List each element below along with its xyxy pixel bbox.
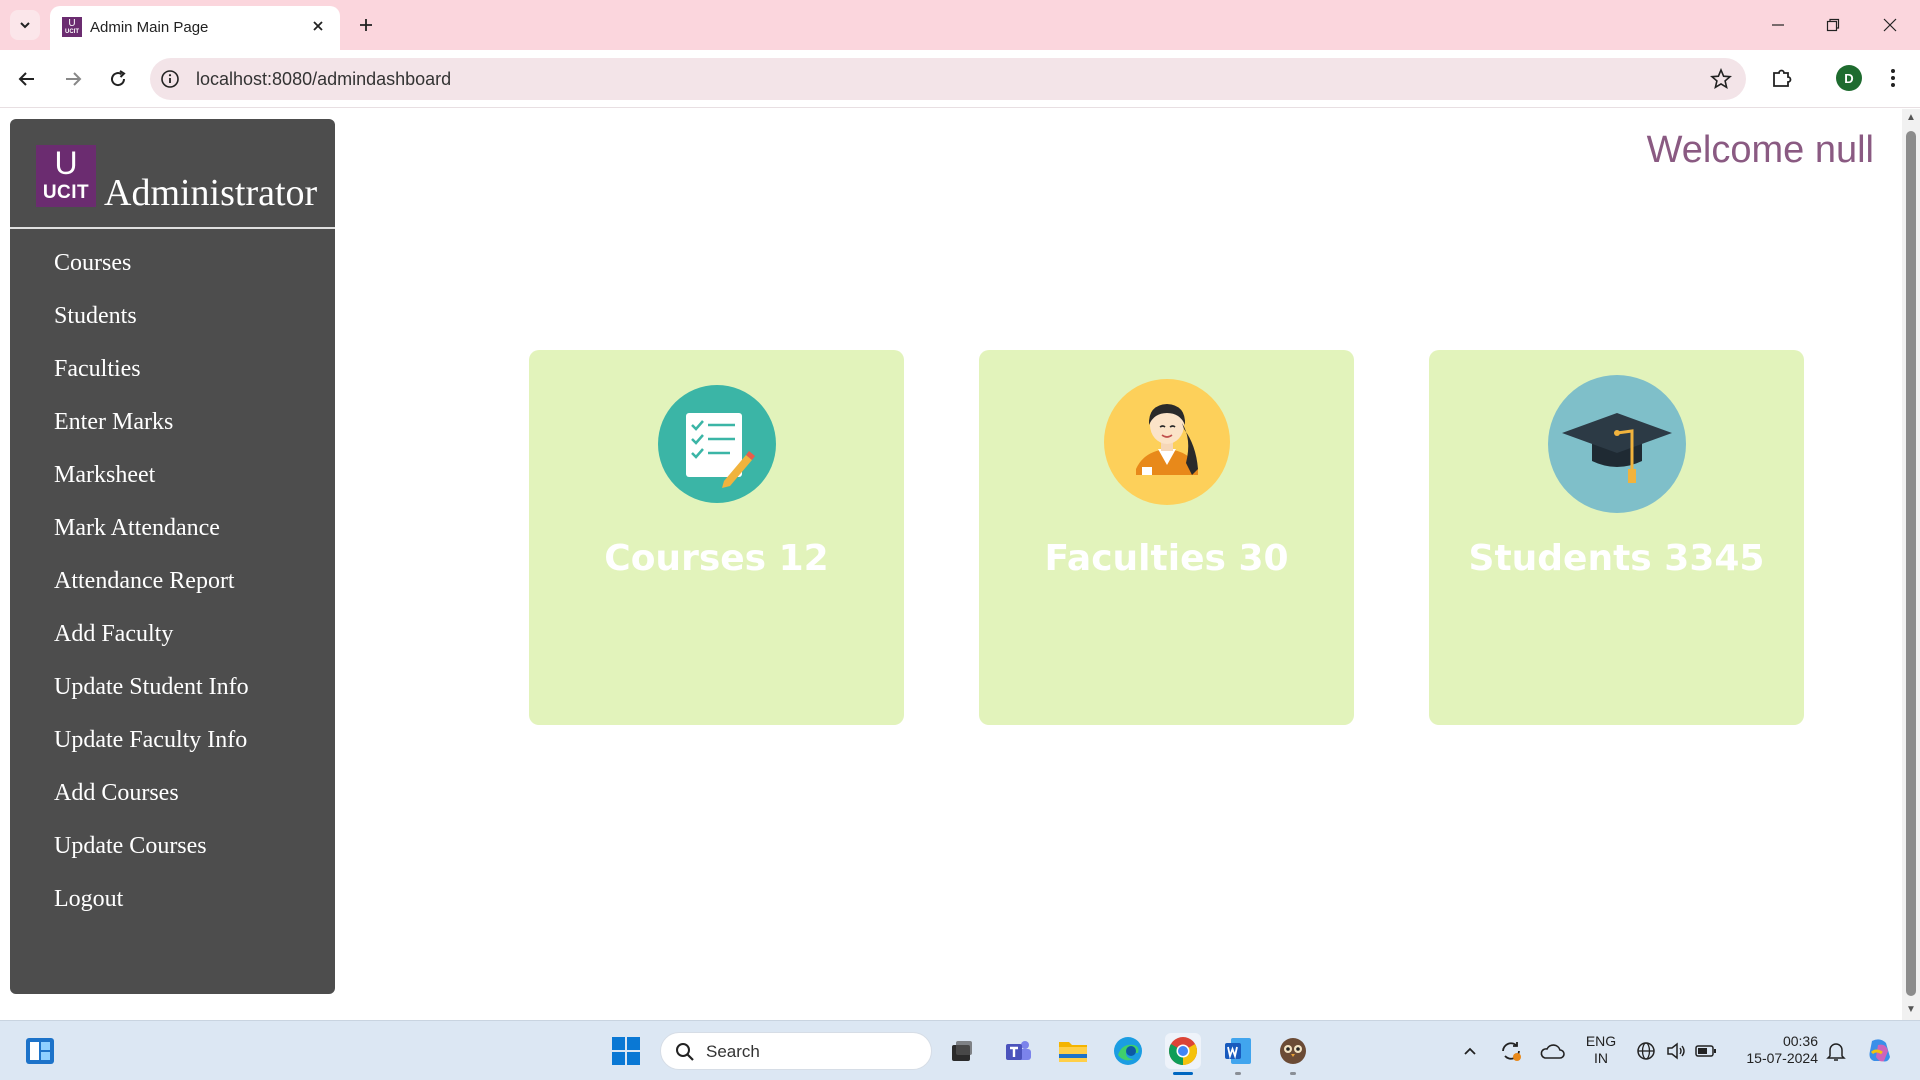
sidebar-item-faculties[interactable]: Faculties [10,353,335,406]
sidebar-item-enter-marks[interactable]: Enter Marks [10,406,335,459]
reload-button[interactable] [103,64,133,94]
task-view-icon[interactable] [944,1033,980,1069]
arrow-right-icon [66,72,82,86]
browser-toolbar: localhost:8080/admindashboard D [0,50,1920,108]
network-globe-icon[interactable] [1632,1033,1660,1069]
sync-icon[interactable] [1494,1033,1528,1069]
scrollbar-thumb[interactable] [1906,131,1916,996]
scroll-up-arrow-icon[interactable]: ▲ [1906,113,1916,123]
favicon-icon: U UCIT [62,17,82,37]
restore-button[interactable] [1813,10,1853,40]
copilot-icon[interactable] [1862,1033,1898,1069]
welcome-message: Welcome null [1646,129,1874,171]
courses-count-label: Courses 12 [604,538,829,579]
sidebar-title: Administrator [104,172,318,214]
courses-card[interactable]: Courses 12 [529,350,904,725]
back-button[interactable] [12,64,42,94]
ucit-logo: U UCIT [36,145,96,207]
graduation-cap-icon [1547,375,1686,513]
tab-title: Admin Main Page [90,19,209,36]
onedrive-cloud-icon[interactable] [1535,1033,1569,1069]
language-code: ENG [1585,1033,1617,1049]
sidebar-item-marksheet[interactable]: Marksheet [10,459,335,512]
minimize-button[interactable] [1758,10,1798,40]
plus-icon [360,19,372,31]
sidebar-brand: U UCIT Administrator [10,119,335,229]
faculties-count-label: Faculties 30 [1044,538,1289,579]
forward-button[interactable] [58,64,88,94]
tab-list-button[interactable] [10,10,40,40]
sidebar-item-add-faculty[interactable]: Add Faculty [10,618,335,671]
volume-icon[interactable] [1662,1033,1690,1069]
arrow-left-icon [18,72,34,86]
clock-date: 15-07-2024 [1746,1050,1818,1066]
region-code: IN [1594,1050,1608,1066]
chevron-up-icon[interactable] [1456,1033,1484,1069]
page-content: U UCIT Administrator Courses Students Fa… [0,109,1902,1020]
close-window-button[interactable] [1870,10,1910,40]
app-owl-icon[interactable] [1275,1033,1311,1069]
close-tab-icon[interactable] [308,16,328,36]
windows-start-icon[interactable] [608,1033,644,1069]
new-tab-button[interactable] [352,11,380,39]
browser-tab-active[interactable]: U UCIT Admin Main Page [50,6,340,50]
logo-text: UCIT [42,182,90,203]
teams-icon[interactable] [1000,1033,1036,1069]
site-info-icon[interactable] [160,69,180,89]
checklist-icon [657,385,776,503]
logo-mark: U [54,145,78,181]
close-icon [1883,18,1897,32]
taskbar-search-box[interactable]: Search [660,1032,932,1070]
file-explorer-icon[interactable] [1055,1033,1091,1069]
bookmark-star-icon[interactable] [1710,67,1732,90]
sidebar-item-students[interactable]: Students [10,300,335,353]
address-bar[interactable]: localhost:8080/admindashboard [150,58,1746,100]
clock[interactable]: 00:36 15-07-2024 [1734,1033,1818,1067]
extensions-puzzle-icon[interactable] [1768,64,1796,92]
sidebar-item-mark-attendance[interactable]: Mark Attendance [10,512,335,565]
clock-time: 00:36 [1782,1033,1818,1049]
edge-browser-icon[interactable] [1110,1033,1146,1069]
sidebar-item-update-faculty-info[interactable]: Update Faculty Info [10,724,335,777]
word-icon[interactable] [1220,1033,1256,1069]
word-open-indicator [1235,1072,1241,1075]
search-placeholder: Search [706,1042,760,1061]
students-count-label: Students 3345 [1468,538,1765,579]
chevron-down-icon [20,22,30,29]
sidebar-item-update-courses[interactable]: Update Courses [10,830,335,883]
reload-icon [111,70,126,87]
browser-tab-bar: U UCIT Admin Main Page [0,0,1920,50]
sidebar: U UCIT Administrator Courses Students Fa… [10,119,335,994]
chrome-active-indicator [1173,1072,1193,1075]
favicon-text: UCIT [65,29,79,35]
minimize-icon [1772,24,1784,26]
sidebar-item-courses[interactable]: Courses [10,247,335,300]
sidebar-item-logout[interactable]: Logout [10,883,335,936]
restore-icon [1826,18,1840,32]
chrome-browser-icon[interactable] [1165,1033,1201,1069]
url-text[interactable]: localhost:8080/admindashboard [196,69,451,90]
kebab-menu-icon[interactable] [1880,64,1906,92]
scroll-down-arrow-icon[interactable]: ▼ [1906,1005,1916,1015]
search-icon [675,1042,695,1062]
windows-taskbar: Search ENG IN 00:36 15-07-2024 [0,1020,1920,1080]
notification-bell-icon[interactable] [1822,1033,1850,1069]
page-scrollbar[interactable]: ▲ ▼ [1902,109,1920,1020]
students-card[interactable]: Students 3345 [1429,350,1804,725]
battery-icon[interactable] [1692,1033,1720,1069]
sidebar-item-update-student-info[interactable]: Update Student Info [10,671,335,724]
widgets-icon[interactable] [22,1033,58,1069]
profile-avatar[interactable]: D [1836,65,1862,91]
sidebar-menu: Courses Students Faculties Enter Marks M… [10,247,335,936]
sidebar-item-attendance-report[interactable]: Attendance Report [10,565,335,618]
faculties-card[interactable]: Faculties 30 [979,350,1354,725]
faculty-avatar-icon [1103,379,1230,505]
sidebar-item-add-courses[interactable]: Add Courses [10,777,335,830]
language-indicator[interactable]: ENG IN [1578,1033,1624,1067]
app-open-indicator [1290,1072,1296,1075]
